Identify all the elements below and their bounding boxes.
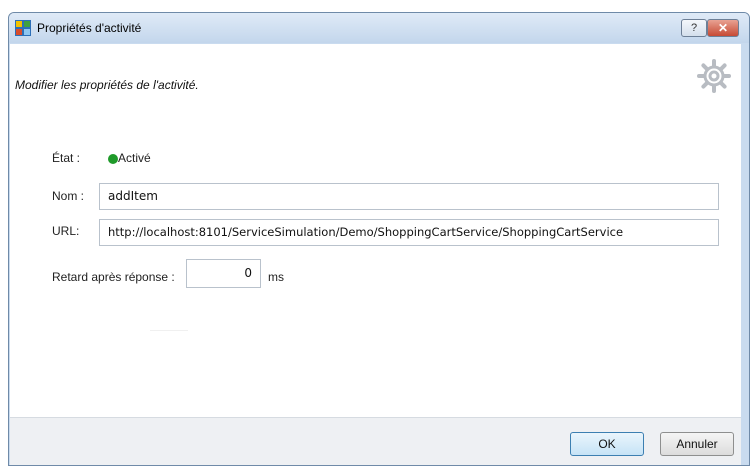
- ok-button-label: OK: [598, 437, 616, 451]
- status-indicator-icon: [108, 154, 118, 164]
- dialog-header: Modifier les propriétés de l'activité.: [10, 44, 741, 122]
- dialog-subtitle: Modifier les propriétés de l'activité.: [15, 78, 199, 92]
- divider: [150, 330, 188, 331]
- state-label: État :: [52, 151, 81, 165]
- delay-input[interactable]: 0: [186, 259, 261, 288]
- name-label: Nom :: [52, 189, 85, 203]
- delay-unit-label: ms: [268, 270, 284, 284]
- ok-button[interactable]: OK: [570, 432, 644, 456]
- state-value: Activé: [118, 151, 151, 165]
- url-label: URL:: [52, 224, 80, 238]
- gear-icon: [697, 59, 731, 93]
- title-bar[interactable]: Propriétés d'activité ? ✕: [9, 13, 749, 43]
- delay-label: Retard après réponse :: [52, 270, 175, 284]
- help-icon: ?: [690, 22, 698, 34]
- cancel-button-label: Annuler: [676, 437, 718, 451]
- dialog-window: Propriétés d'activité ? ✕ Modifier les p…: [8, 12, 750, 466]
- url-input[interactable]: http://localhost:8101/ServiceSimulation/…: [99, 219, 719, 246]
- help-button[interactable]: ?: [681, 19, 707, 37]
- cancel-button[interactable]: Annuler: [660, 432, 734, 456]
- name-input[interactable]: addItem: [99, 183, 719, 210]
- close-button[interactable]: ✕: [707, 19, 739, 37]
- dialog-footer: OK Annuler: [10, 417, 741, 465]
- activity-app-icon: [15, 20, 31, 36]
- close-icon: ✕: [717, 21, 729, 35]
- dialog-content: Modifier les propriétés de l'activité. É…: [10, 44, 741, 417]
- window-title: Propriétés d'activité: [37, 21, 142, 35]
